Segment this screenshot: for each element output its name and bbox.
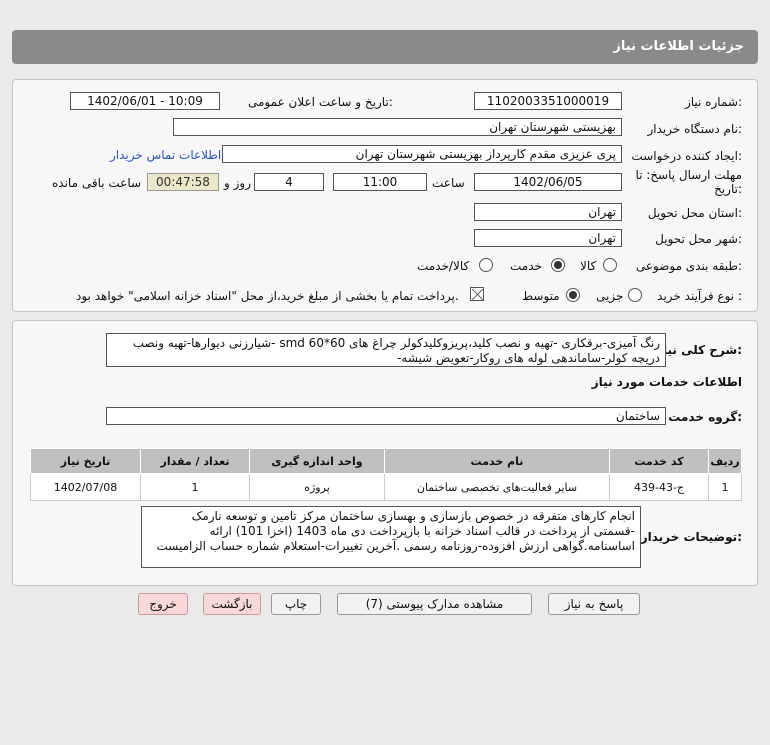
category-option-goods: کالا xyxy=(580,259,597,273)
announce-field: 1402/06/01 - 10:09 xyxy=(70,92,220,110)
table-row: 1 ج-43-439 سایر فعالیت‌های تخصصی ساختمان… xyxy=(30,473,742,501)
deadline-date-field: 1402/06/05 xyxy=(474,173,622,191)
col-name: نام خدمت xyxy=(384,448,610,474)
payment-checkbox[interactable] xyxy=(470,287,484,301)
announce-label: تاریخ و ساعت اعلان عمومی: xyxy=(248,95,393,109)
need-number-label: شماره نیاز: xyxy=(684,95,742,109)
category-radio-goods[interactable] xyxy=(603,258,617,272)
process-option-minor: جزیی xyxy=(596,289,624,303)
cell-qty: 1 xyxy=(140,473,250,501)
deadline-time-field: 11:00 xyxy=(333,173,427,191)
service-group-label: گروه خدمت: xyxy=(668,410,742,424)
need-number-field: 1102003351000019 xyxy=(474,92,622,110)
summary-label: شرح کلی نیاز: xyxy=(656,343,742,357)
page-title: جزئیات اطلاعات نیاز xyxy=(613,39,744,54)
creator-field: پری عزیزی مقدم کارپرداز بهزیستی شهرستان … xyxy=(222,145,622,163)
back-button[interactable]: بازگشت xyxy=(203,593,261,615)
deadline-label: مهلت ارسال پاسخ: تا xyxy=(635,168,742,182)
contact-info-link[interactable]: اطلاعات تماس خریدار xyxy=(110,148,221,162)
exit-button[interactable]: خروج xyxy=(138,593,188,615)
buyer-org-label: نام دستگاه خریدار: xyxy=(647,122,743,136)
province-field: تهران xyxy=(474,203,622,221)
province-label: استان محل تحویل: xyxy=(647,206,742,220)
process-radio-medium[interactable] xyxy=(566,288,580,302)
buyer-org-field: بهزیستی شهرستان تهران xyxy=(173,118,622,136)
cell-code: ج-43-439 xyxy=(609,473,709,501)
summary-text: رنگ آمیزی-برقکاری -تهیه و نصب کلید،پریزو… xyxy=(106,333,666,367)
table-header-row: ردیف کد خدمت نام خدمت واحد اندازه گیری ت… xyxy=(30,448,742,474)
days-label: روز و xyxy=(224,176,251,190)
category-radio-service[interactable] xyxy=(551,258,565,272)
city-label: شهر محل تحویل: xyxy=(655,232,742,246)
remaining-time-field: 00:47:58 xyxy=(147,173,219,191)
deadline-time-label: ساعت xyxy=(432,176,465,190)
page-header: جزئیات اطلاعات نیاز xyxy=(12,30,758,64)
cell-date: 1402/07/08 xyxy=(30,473,141,501)
process-option-medium: متوسط xyxy=(522,289,560,303)
services-title: اطلاعات خدمات مورد نیاز xyxy=(591,375,742,389)
city-field: تهران xyxy=(474,229,622,247)
col-qty: تعداد / مقدار xyxy=(140,448,250,474)
col-unit: واحد اندازه گیری xyxy=(249,448,385,474)
payment-note: پرداخت تمام یا بخشی از مبلغ خرید،از محل … xyxy=(76,289,459,303)
deadline-label-date: تاریخ: xyxy=(714,182,742,196)
col-date: تاریخ نیاز xyxy=(30,448,141,474)
cell-name: سایر فعالیت‌های تخصصی ساختمان xyxy=(384,473,610,501)
reply-button[interactable]: پاسخ به نیاز xyxy=(548,593,640,615)
services-table: ردیف کد خدمت نام خدمت واحد اندازه گیری ت… xyxy=(30,448,742,501)
category-option-service: خدمت xyxy=(510,259,542,273)
attachments-button[interactable]: مشاهده مدارک پیوستی (7) xyxy=(337,593,532,615)
buyer-notes-label: توضیحات خریدار: xyxy=(640,530,742,544)
service-group-field: ساختمان xyxy=(106,407,666,425)
cell-row: 1 xyxy=(708,473,742,501)
creator-label: ایجاد کننده درخواست: xyxy=(631,149,742,163)
category-option-goods-service: کالا/خدمت xyxy=(417,259,470,273)
cell-unit: پروژه xyxy=(249,473,385,501)
buyer-notes-text: انجام کارهای متفرقه در خصوص بازسازی و به… xyxy=(141,506,641,568)
process-radio-minor[interactable] xyxy=(628,288,642,302)
process-label: نوع فرآیند خرید : xyxy=(657,289,742,303)
col-row: ردیف xyxy=(708,448,742,474)
col-code: کد خدمت xyxy=(609,448,709,474)
category-label: طبقه بندی موضوعی: xyxy=(635,259,742,273)
info-panel xyxy=(12,79,758,312)
print-button[interactable]: چاپ xyxy=(271,593,321,615)
days-field: 4 xyxy=(254,173,324,191)
category-radio-goods-service[interactable] xyxy=(479,258,493,272)
remaining-label: ساعت باقی مانده xyxy=(52,176,142,190)
